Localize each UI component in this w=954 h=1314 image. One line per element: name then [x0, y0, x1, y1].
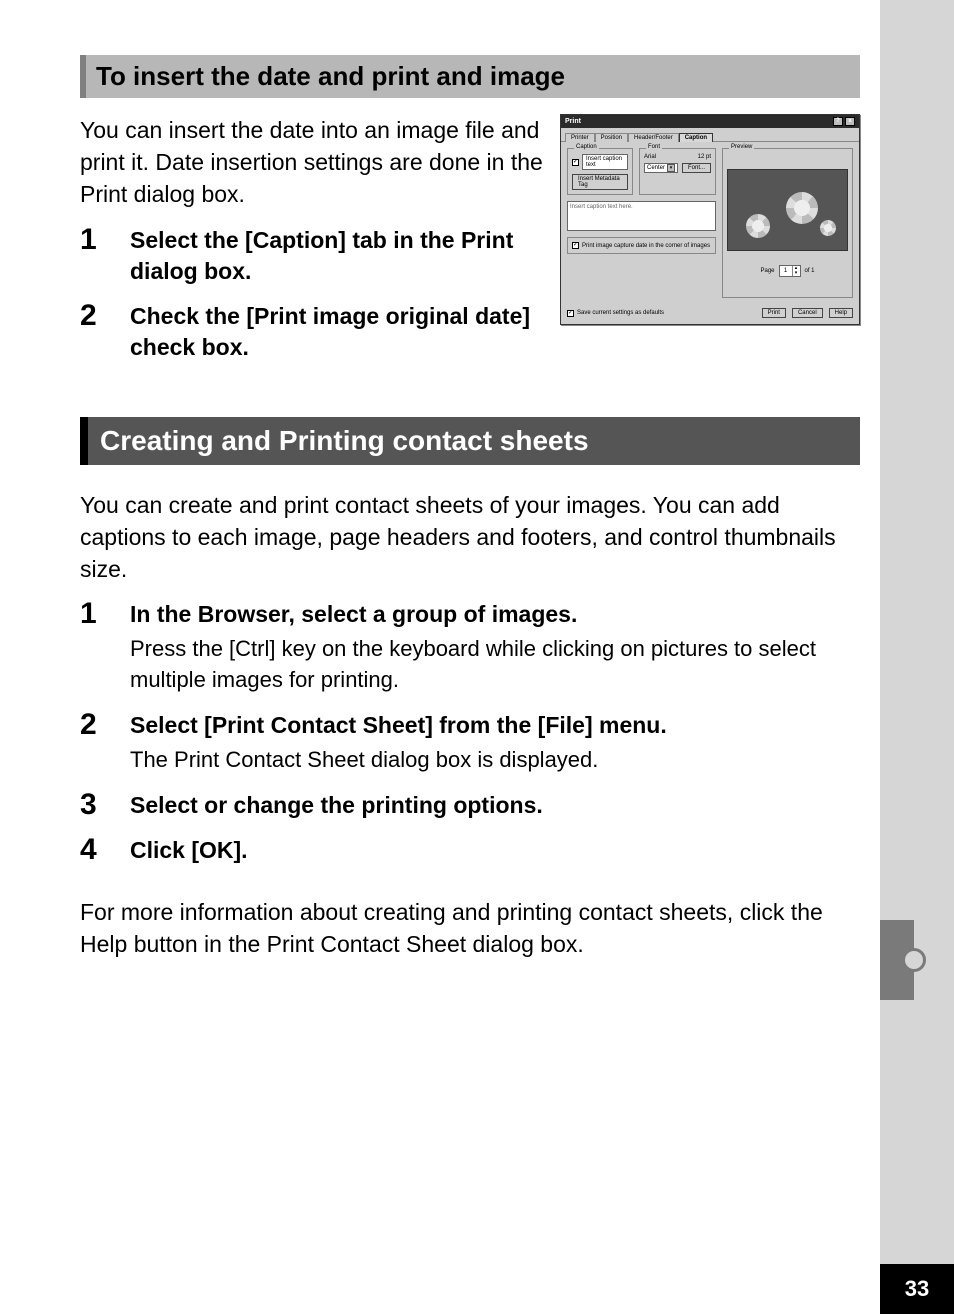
step-item: 1 Select the [Caption] tab in the Print … — [80, 225, 544, 287]
step-number: 4 — [80, 835, 106, 865]
section-heading-contact-sheets: Creating and Printing contact sheets — [80, 417, 860, 465]
caption-text-area[interactable]: Insert caption text here. — [567, 201, 716, 231]
step-heading: Select or change the printing options. — [130, 790, 860, 821]
save-defaults-checkbox[interactable]: ✓ — [567, 310, 574, 317]
print-image-date-checkbox[interactable]: ✓ — [572, 242, 579, 249]
step-heading: Select [Print Contact Sheet] from the [F… — [130, 710, 860, 741]
tab-position[interactable]: Position — [595, 133, 628, 142]
font-align-value: Center — [647, 165, 665, 171]
flower-icon — [786, 192, 818, 224]
insert-metadata-tag-button[interactable]: Insert Metadata Tag — [572, 174, 628, 190]
step-heading: Check the [Print image original date] ch… — [130, 301, 544, 363]
page-number-value: 1 — [780, 268, 792, 274]
flower-icon — [746, 214, 770, 238]
subsection-heading-insert-date: To insert the date and print and image — [80, 55, 860, 98]
side-index-dot — [902, 948, 926, 972]
font-group-label: Font — [646, 144, 662, 150]
print-button[interactable]: Print — [762, 308, 786, 318]
page-margin-strip: 33 — [880, 0, 954, 1314]
step-item: 4 Click [OK]. — [80, 835, 860, 866]
tab-caption[interactable]: Caption — [679, 133, 713, 142]
step-description: Press the [Ctrl] key on the keyboard whi… — [130, 634, 860, 696]
step-number: 1 — [80, 599, 106, 629]
step-item: 1 In the Browser, select a group of imag… — [80, 599, 860, 696]
caption-group-label: Caption — [574, 144, 599, 150]
insert-caption-text-label: Insert caption text — [582, 154, 628, 170]
print-image-date-label: Print image capture date in the corner o… — [582, 243, 710, 249]
page-number: 33 — [880, 1264, 954, 1314]
font-name-value: Arial — [644, 154, 656, 160]
cancel-button[interactable]: Cancel — [792, 308, 823, 318]
step-item: 2 Select [Print Contact Sheet] from the … — [80, 710, 860, 776]
spinner-icon[interactable]: ▴▾ — [792, 266, 800, 276]
step-number: 1 — [80, 225, 106, 255]
page-label-pre: Page — [761, 268, 775, 274]
font-align-select[interactable]: Center ▾ — [644, 163, 678, 173]
step-description: The Print Contact Sheet dialog box is di… — [130, 745, 860, 776]
chevron-down-icon: ▾ — [667, 164, 675, 172]
insert-caption-text-checkbox[interactable]: ✓ — [572, 159, 579, 166]
help-button[interactable]: Help — [829, 308, 853, 318]
step-heading: Select the [Caption] tab in the Print di… — [130, 225, 544, 287]
side-index-tab — [880, 920, 914, 1000]
dialog-title: Print — [565, 118, 581, 125]
step-item: 2 Check the [Print image original date] … — [80, 301, 544, 363]
preview-image — [727, 169, 848, 251]
section2-outro: For more information about creating and … — [80, 896, 860, 960]
step-number: 2 — [80, 301, 106, 331]
page-label-post: of 1 — [805, 268, 815, 274]
window-close-button[interactable]: x — [845, 117, 855, 126]
tab-printer[interactable]: Printer — [565, 133, 595, 142]
print-dialog-screenshot: Print ? x Printer Position Header/Footer… — [560, 114, 860, 325]
page-number-field[interactable]: 1 ▴▾ — [779, 265, 801, 277]
step-item: 3 Select or change the printing options. — [80, 790, 860, 821]
window-help-button[interactable]: ? — [833, 117, 843, 126]
step-number: 3 — [80, 790, 106, 820]
font-button[interactable]: Font... — [682, 163, 711, 173]
save-defaults-label: Save current settings as defaults — [577, 310, 664, 316]
font-size-value: 12 pt — [698, 154, 711, 160]
preview-group-label: Preview — [729, 144, 754, 150]
section1-intro: You can insert the date into an image fi… — [80, 114, 544, 211]
tab-header-footer[interactable]: Header/Footer — [628, 133, 679, 142]
step-heading: In the Browser, select a group of images… — [130, 599, 860, 630]
step-heading: Click [OK]. — [130, 835, 860, 866]
step-number: 2 — [80, 710, 106, 740]
flower-icon — [820, 220, 836, 236]
section2-intro: You can create and print contact sheets … — [80, 489, 860, 586]
